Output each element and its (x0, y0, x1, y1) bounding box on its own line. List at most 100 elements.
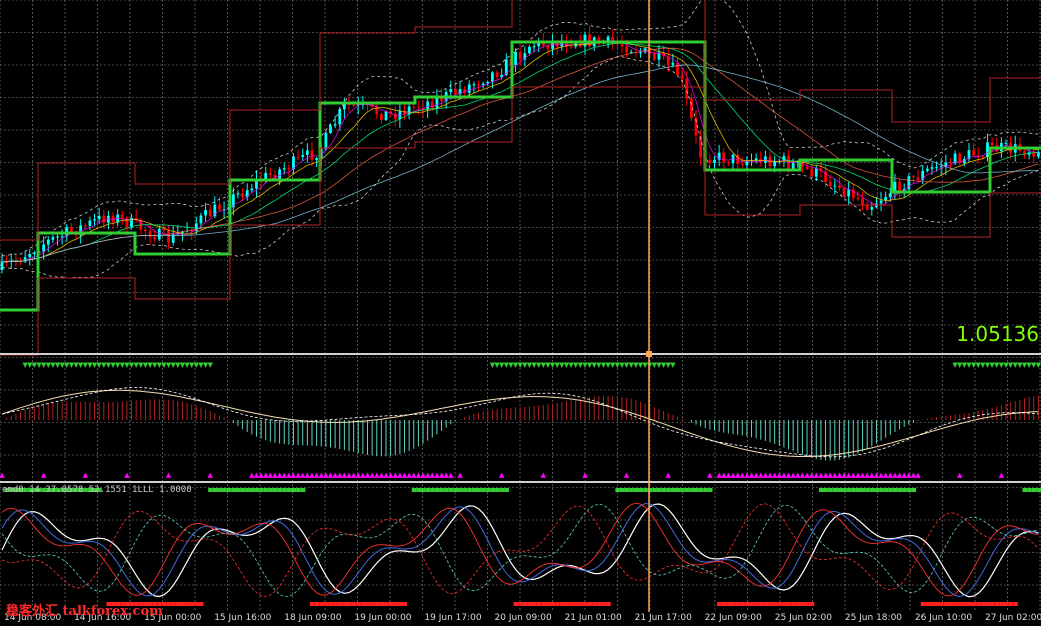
candle-body (990, 142, 994, 145)
candle-body (986, 142, 989, 157)
candle-body (56, 236, 59, 238)
overbought-bar (286, 488, 292, 492)
oversold-bar (920, 602, 926, 606)
oversold-bar (990, 602, 995, 606)
oversold-bar (573, 602, 579, 606)
overbought-bar (254, 488, 260, 492)
candle-body (204, 210, 207, 216)
overbought-bar (416, 488, 421, 492)
down-arrow-marker: ▼ (208, 361, 214, 369)
candle-body (93, 219, 96, 221)
overbought-bar (495, 488, 500, 492)
candle-body (879, 200, 883, 204)
candle-body (352, 104, 356, 106)
oversold-bar (717, 602, 722, 606)
oversold-bar (342, 602, 347, 606)
overbought-bar (869, 488, 875, 492)
candle-body (518, 51, 522, 60)
candle-body (467, 84, 471, 93)
candle-body (912, 176, 915, 178)
oversold-bar (758, 602, 764, 606)
oversold-bar (388, 602, 394, 606)
oversold-bar (171, 602, 176, 606)
oversold-bar (596, 602, 602, 606)
candle-body (838, 185, 841, 188)
candle-body (324, 132, 328, 150)
up-arrow-marker: ▲ (541, 471, 547, 479)
overbought-bar (828, 488, 833, 492)
candle-body (828, 181, 832, 187)
oversold-bar (309, 602, 315, 606)
forex-chart[interactable]: ▲▼ ▼ ▼ ▼ ▼▲▼ ▼ ▼ ▼ ▼ ▼ ▼ ▼ ▼▲▼ ▼ ▼ ▼ ▼ ▼ ▼ ▼ ▼▲▼ ▼ ▼ ▼ ▼ ▼ ▼ ▼ ▼▲▼ ▼ ▼… (0, 0, 1041, 626)
oversold-bar (939, 602, 944, 606)
candle-body (514, 51, 517, 66)
oversold-bar (606, 602, 611, 606)
oversold-bar (555, 602, 560, 606)
current-price-label: 1.05136 (956, 322, 1039, 346)
overbought-bar (643, 488, 648, 492)
candle-body (916, 177, 920, 180)
overbought-bar (430, 488, 435, 492)
oversold-bar (795, 602, 801, 606)
candle-body (629, 51, 633, 53)
oversold-bar (805, 602, 810, 606)
overbought-bar (240, 488, 246, 492)
oversold-bar (721, 602, 727, 606)
candle-body (847, 189, 851, 197)
up-arrow-marker: ▲ (499, 471, 505, 479)
overbought-bar (837, 488, 843, 492)
overbought-bar (504, 488, 509, 492)
oversold-bar (740, 602, 745, 606)
up-arrow-marker: ▲ (957, 471, 963, 479)
oversold-bar (518, 602, 523, 606)
candle-body (236, 193, 240, 195)
price-pane[interactable] (0, 0, 1041, 356)
candle-body (32, 252, 36, 254)
candle-body (60, 236, 64, 238)
candle-body (930, 167, 934, 169)
oversold-bar (582, 602, 588, 606)
oversold-bar (185, 602, 190, 606)
overbought-bar (485, 488, 491, 492)
overbought-bar (661, 488, 667, 492)
oversold-bar (319, 602, 324, 606)
candle-body (625, 46, 628, 53)
oversold-bar (175, 602, 181, 606)
candle-body (102, 215, 106, 223)
candle-body (157, 228, 161, 240)
overbought-bar (851, 488, 856, 492)
candle-body (301, 154, 305, 157)
overbought-bar (892, 488, 898, 492)
candle-body (393, 113, 397, 120)
oversold-bar (772, 602, 778, 606)
macd-pane[interactable]: ▲▼ ▼ ▼ ▼ ▼▲▼ ▼ ▼ ▼ ▼ ▼ ▼ ▼ ▼▲▼ ▼ ▼ ▼ ▼ ▼ ▼ ▼ ▼▲▼ ▼ ▼ ▼ ▼ ▼ ▼ ▼ ▼▲▼ ▼ ▼… (0, 361, 1041, 479)
candle-body (569, 46, 573, 48)
oversold-bar (731, 602, 736, 606)
up-arrow-marker: ▲ (707, 471, 713, 479)
candle-body (898, 181, 901, 192)
overbought-bar (481, 488, 486, 492)
overbought-bar (453, 488, 459, 492)
candle-body (939, 166, 943, 168)
x-tick-label: 21 Jun 17:00 (634, 613, 692, 623)
overbought-bar (832, 488, 838, 492)
overbought-bar (425, 488, 431, 492)
watermark: 稳客外汇 talkforex.com (6, 604, 163, 619)
oversold-bar (347, 602, 352, 606)
stochastic-pane[interactable] (1, 488, 1041, 606)
oversold-bar (402, 602, 408, 606)
candle-body (713, 159, 716, 163)
candle-body (495, 72, 499, 78)
candle-body (97, 215, 101, 220)
candle-body (722, 152, 726, 163)
oversold-bar (781, 602, 787, 606)
x-tick-label: 19 Jun 17:00 (424, 613, 482, 623)
candle-body (472, 84, 476, 86)
candle-body (888, 193, 892, 198)
candle-body (925, 168, 929, 171)
oversold-bar (323, 602, 329, 606)
overbought-bar (208, 488, 213, 492)
candle-body (0, 261, 4, 270)
candle-body (278, 169, 281, 179)
overbought-bar (439, 488, 445, 492)
